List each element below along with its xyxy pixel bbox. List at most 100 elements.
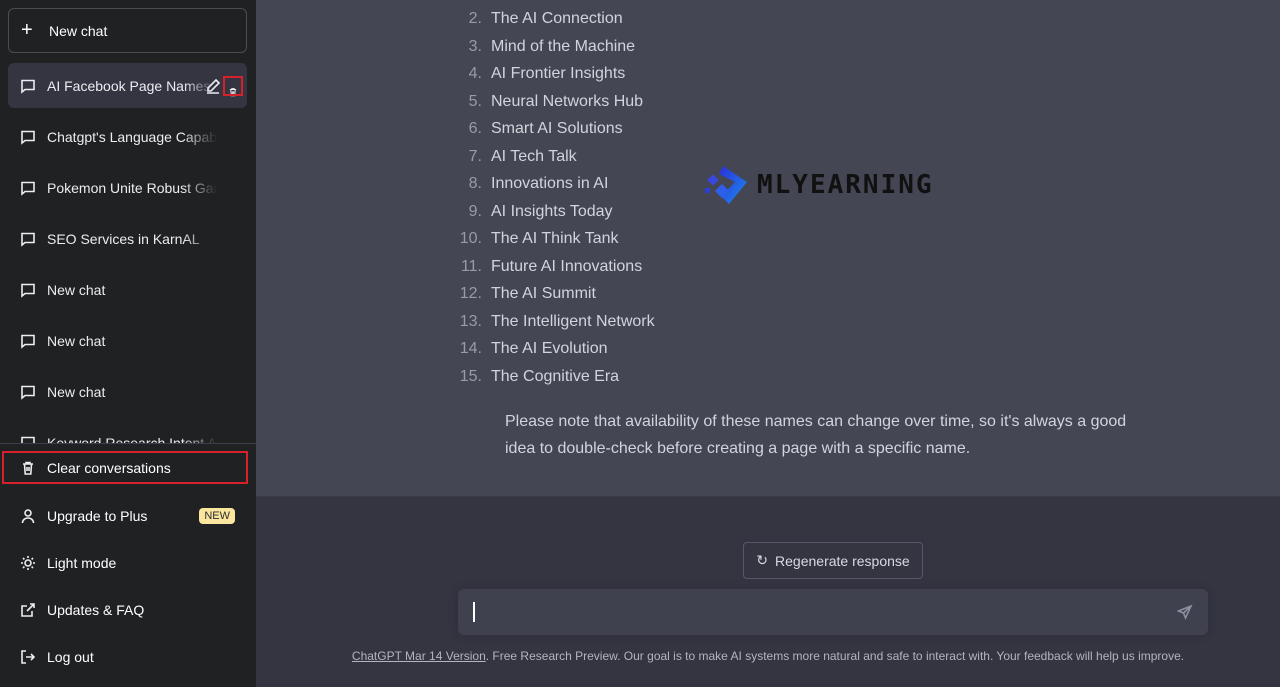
list-item: 3. Mind of the Machine [469,33,655,61]
list-text: The AI Connection [491,10,623,27]
text-caret [473,602,475,622]
sidebar: + New chat AI Facebook Page Names Chatgpt'… [0,0,256,687]
new-badge: NEW [199,508,235,524]
chat-bubble-icon [20,129,36,145]
updates-label: Updates & FAQ [47,602,145,618]
chat-history-item[interactable]: New chat [8,318,247,363]
list-number: 11. [460,257,482,275]
list-number: 4. [468,65,482,82]
chat-bubble-icon [20,231,36,247]
plus-icon: + [21,19,33,41]
chat-title: New chat [47,281,106,298]
chat-history-item[interactable]: New chat [8,369,247,414]
logout-label: Log out [47,649,94,665]
light-mode-label: Light mode [47,555,117,571]
list-number: 8. [468,175,482,192]
list-item: 7. AI Tech Talk [469,143,655,171]
list-text: AI Tech Talk [491,147,577,165]
list-number: 12. [459,285,482,302]
chat-title: New chat [47,383,106,400]
list-text: Smart AI Solutions [491,120,623,137]
assistant-message: 2. The AI Connection 3. Mind of the Machine… [256,0,1280,497]
send-icon[interactable] [1176,604,1193,625]
list-number: 5. [468,92,482,110]
logout-button[interactable]: Log out [8,637,247,677]
updates-faq-link[interactable]: Updates & FAQ [8,590,247,630]
trash-icon [20,460,36,476]
chat-title: AI Facebook Page Names [47,77,211,94]
chat-history-item[interactable]: Chatgpt's Language Capabilities [8,114,247,159]
list-text: The AI Summit [491,285,596,302]
list-item: 13. The Intelligent Network [460,308,655,336]
list-item: 8. Innovations in AI [469,170,655,198]
list-text: The AI Evolution [491,340,608,357]
chat-bubble-icon [20,78,36,94]
list-number: 3. [468,37,482,55]
new-chat-label: New chat [49,22,108,39]
delete-trash-icon[interactable] [223,75,243,96]
chat-history-item[interactable]: SEO Services in KarnAL [8,216,247,261]
upgrade-label: Upgrade to Plus [47,508,148,524]
regenerate-response-button[interactable]: ↻ Regenerate response [743,542,923,579]
main: 2. The AI Connection 3. Mind of the Machine… [256,0,1280,687]
logo-icon [705,166,747,204]
list-number: 15. [459,367,482,385]
chat-bubble-icon [20,435,36,443]
chat-title: SEO Services in KarnAL [47,230,200,247]
list-text: The AI Think Tank [491,230,619,247]
list-item: 15. The Cognitive Era [460,363,655,391]
logout-icon [20,649,36,665]
version-link[interactable]: ChatGPT Mar 14 Version [352,649,486,663]
new-chat-button[interactable]: + New chat [8,8,247,53]
chat-bubble-icon [20,282,36,298]
chat-bubble-icon [20,180,36,196]
list-number: 6. [468,120,482,137]
list-item: 14. The AI Evolution [460,335,655,363]
list-item: 12. The AI Summit [460,280,655,308]
refresh-icon: ↻ [756,552,769,568]
edit-pencil-icon[interactable] [205,78,221,94]
list-text: Future AI Innovations [491,257,643,275]
user-icon [20,508,36,524]
list-number: 7. [468,147,482,165]
clear-conversations-button[interactable]: Clear conversations [2,451,248,484]
list-text: Neural Networks Hub [491,92,644,110]
list-number: 2. [468,10,482,27]
chat-bubble-icon [20,384,36,400]
chat-title: Keyword Research Intent Analysis [47,434,217,444]
answer-note: Please note that availability of these n… [505,413,1127,457]
list-text: The Intelligent Network [491,312,655,330]
list-number: 10. [459,230,482,247]
clear-label: Clear conversations [47,459,171,476]
chat-history-item[interactable]: Pokemon Unite Robust Games [8,165,247,210]
footer-text: . Free Research Preview. Our goal is to … [485,649,1185,663]
list-number: 13. [459,312,482,330]
watermark-text: MLYEARNING [757,170,934,200]
chat-history-item[interactable]: Keyword Research Intent Analysis [8,420,247,443]
list-item: 4. AI Frontier Insights [469,60,655,88]
list-item: 6. Smart AI Solutions [469,115,655,143]
list-text: AI Insights Today [491,202,613,220]
message-input[interactable] [458,589,1208,635]
list-item: 10. The AI Think Tank [460,225,655,253]
name-list: 2. The AI Connection 3. Mind of the Machine… [460,5,655,391]
chat-history-item[interactable]: New chat [8,267,247,312]
list-number: 14. [459,340,482,357]
sun-icon [20,555,36,571]
chat-title: Pokemon Unite Robust Games [47,179,217,196]
regenerate-label: Regenerate response [775,552,910,569]
list-item: 11. Future AI Innovations [461,253,655,281]
list-text: Mind of the Machine [491,37,636,55]
light-mode-button[interactable]: Light mode [8,543,247,583]
chat-bubble-icon [20,333,36,349]
divider [0,443,256,444]
list-number: 9. [468,202,482,220]
list-text: Innovations in AI [491,175,609,192]
list-text: The Cognitive Era [491,367,620,385]
list-item: 2. The AI Connection [469,5,655,33]
chat-history-item[interactable]: AI Facebook Page Names [8,63,247,108]
list-item: 9. AI Insights Today [469,198,655,226]
list-text: AI Frontier Insights [491,65,626,82]
upgrade-button[interactable]: Upgrade to Plus NEW [8,496,247,536]
chat-history[interactable]: AI Facebook Page Names Chatgpt's Language… [8,63,247,443]
